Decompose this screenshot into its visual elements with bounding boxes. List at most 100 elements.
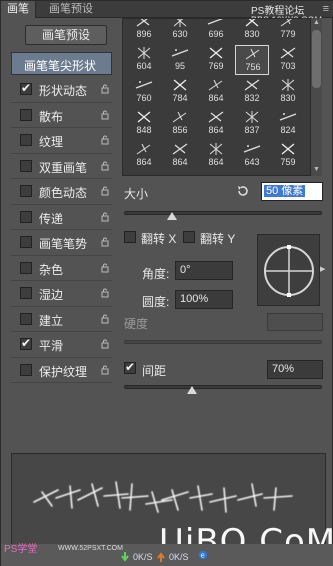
sidebar-item-brush-pose[interactable]: 画笔笔势 xyxy=(11,230,112,256)
checkbox[interactable] xyxy=(20,108,32,121)
sidebar-item-brush-tip-shape[interactable]: 画笔笔尖形状 xyxy=(11,52,112,75)
lock-icon[interactable] xyxy=(101,84,109,94)
flip-x-label: 翻转 X xyxy=(141,232,177,246)
lock-icon[interactable] xyxy=(101,365,109,375)
spacing-slider-track[interactable] xyxy=(124,385,322,389)
flip-y-label: 翻转 Y xyxy=(200,232,236,246)
brush-tip-864[interactable]: 864 xyxy=(199,77,233,107)
brush-grid-scrollbar[interactable]: ▲ ▼ xyxy=(310,18,322,176)
brush-tip-696[interactable]: 696 xyxy=(199,19,233,43)
sidebar-item-shape-dynamics[interactable]: 形状动态 xyxy=(11,77,112,103)
lock-icon[interactable] xyxy=(101,186,109,196)
brush-tip-779[interactable]: 779 xyxy=(271,19,305,43)
lock-icon[interactable] xyxy=(101,288,109,298)
checkbox[interactable] xyxy=(20,312,32,325)
angle-label: 角度: xyxy=(142,267,170,281)
brush-tip-856[interactable]: 856 xyxy=(163,109,197,139)
size-input[interactable]: 50 像素 xyxy=(261,182,323,201)
lock-icon[interactable] xyxy=(101,339,109,349)
ps-school-url: WWW.52PSXT.COM xyxy=(58,545,123,552)
browser-icon[interactable]: e xyxy=(197,550,209,560)
brush-tip-604[interactable]: 604 xyxy=(127,45,161,75)
brush-tip-size: 756 xyxy=(245,62,261,72)
brush-tip-preview-icon xyxy=(171,49,189,57)
brush-tip-830[interactable]: 830 xyxy=(235,19,269,43)
checkbox[interactable] xyxy=(20,287,32,299)
lock-icon[interactable] xyxy=(101,237,109,247)
brush-tip-759[interactable]: 759 xyxy=(271,141,305,171)
checkbox[interactable] xyxy=(20,336,32,350)
sidebar-item-protect-texture[interactable]: 保护纹理 xyxy=(11,358,112,383)
brush-tip-760[interactable]: 760 xyxy=(127,77,161,107)
brush-tip-preview-icon xyxy=(281,143,295,155)
tab-brush-presets[interactable]: 画笔预设 xyxy=(43,1,99,18)
spacing-field[interactable]: 70% xyxy=(267,360,323,379)
brush-tip-769[interactable]: 769 xyxy=(199,45,233,75)
brush-tip-size: 864 xyxy=(208,93,224,103)
angle-arrow-icon[interactable]: ▶ xyxy=(320,265,325,273)
lock-icon[interactable] xyxy=(101,212,109,222)
brush-tip-756[interactable]: 756 xyxy=(235,45,269,75)
brush-tip-size: 604 xyxy=(136,61,152,71)
sidebar-item-label: 形状动态 xyxy=(39,84,88,98)
scroll-up-icon[interactable]: ▲ xyxy=(313,19,320,26)
brush-tip-864[interactable]: 864 xyxy=(199,109,233,139)
sidebar-item-color-dynamics[interactable]: 颜色动态 xyxy=(11,179,112,205)
spacing-checkbox[interactable] xyxy=(124,360,136,374)
brush-tip-837[interactable]: 837 xyxy=(235,109,269,139)
lock-icon[interactable] xyxy=(101,263,109,273)
brush-tip-784[interactable]: 784 xyxy=(163,77,197,107)
checkbox[interactable] xyxy=(20,81,32,95)
checkbox[interactable] xyxy=(20,134,32,146)
brush-tip-864[interactable]: 864 xyxy=(163,141,197,171)
lock-icon[interactable] xyxy=(101,161,109,171)
brush-tip-830[interactable]: 830 xyxy=(271,77,305,107)
spacing-slider-thumb[interactable] xyxy=(187,386,197,394)
checkbox[interactable] xyxy=(20,261,32,274)
sidebar-item-build-up[interactable]: 建立 xyxy=(11,307,112,332)
flip-x-checkbox[interactable] xyxy=(124,231,136,243)
brush-presets-button[interactable]: 画笔预设 xyxy=(25,25,107,45)
tab-brush[interactable]: 画笔 xyxy=(1,1,36,18)
lock-icon[interactable] xyxy=(101,314,109,324)
sidebar-item-transfer[interactable]: 传递 xyxy=(11,205,112,230)
checkbox[interactable] xyxy=(20,159,32,172)
scroll-down-icon[interactable]: ▼ xyxy=(313,166,320,173)
brush-tip-864[interactable]: 864 xyxy=(199,141,233,171)
brush-tip-896[interactable]: 896 xyxy=(127,19,161,43)
checkbox[interactable] xyxy=(20,185,32,197)
brush-tip-preview-icon xyxy=(137,111,151,123)
scrollbar-thumb[interactable] xyxy=(312,30,321,88)
brush-tip-832[interactable]: 832 xyxy=(235,77,269,107)
brush-tip-848[interactable]: 848 xyxy=(127,109,161,139)
checkbox[interactable] xyxy=(20,363,32,376)
sidebar-item-texture[interactable]: 纹理 xyxy=(11,128,112,154)
reset-size-icon[interactable] xyxy=(236,184,250,198)
brush-tip-630[interactable]: 630 xyxy=(163,19,197,43)
sidebar-item-smoothing[interactable]: 平滑 xyxy=(11,332,112,358)
sidebar-item-label: 传递 xyxy=(39,211,64,226)
angle-roundness-dial[interactable] xyxy=(257,234,320,306)
sidebar-item-dual-brush[interactable]: 双重画笔 xyxy=(11,154,112,179)
brush-tip-864[interactable]: 864 xyxy=(127,141,161,171)
angle-field[interactable]: 0° xyxy=(175,261,233,280)
size-slider-track[interactable] xyxy=(124,211,322,215)
sidebar-item-noise[interactable]: 杂色 xyxy=(11,256,112,281)
brush-tip-824[interactable]: 824 xyxy=(271,109,305,139)
sidebar-item-wet-edges[interactable]: 湿边 xyxy=(11,281,112,307)
brush-tip-643[interactable]: 643 xyxy=(235,141,269,171)
lock-icon[interactable] xyxy=(101,135,109,145)
checkbox[interactable] xyxy=(20,210,32,223)
flip-y-checkbox[interactable] xyxy=(183,231,195,243)
lock-icon[interactable] xyxy=(101,110,109,120)
panel-menu-icon[interactable]: ≡ xyxy=(323,3,329,15)
sidebar-item-label: 散布 xyxy=(39,109,64,124)
roundness-field[interactable]: 100% xyxy=(175,290,233,309)
sidebar-item-scatter[interactable]: 散布 xyxy=(11,103,112,128)
size-slider-thumb[interactable] xyxy=(167,212,177,220)
brush-tip-size: 848 xyxy=(136,125,152,135)
brush-tip-size: 779 xyxy=(280,29,296,39)
checkbox[interactable] xyxy=(20,236,32,248)
brush-tip-703[interactable]: 703 xyxy=(271,45,305,75)
brush-tip-95[interactable]: 95 xyxy=(163,45,197,75)
